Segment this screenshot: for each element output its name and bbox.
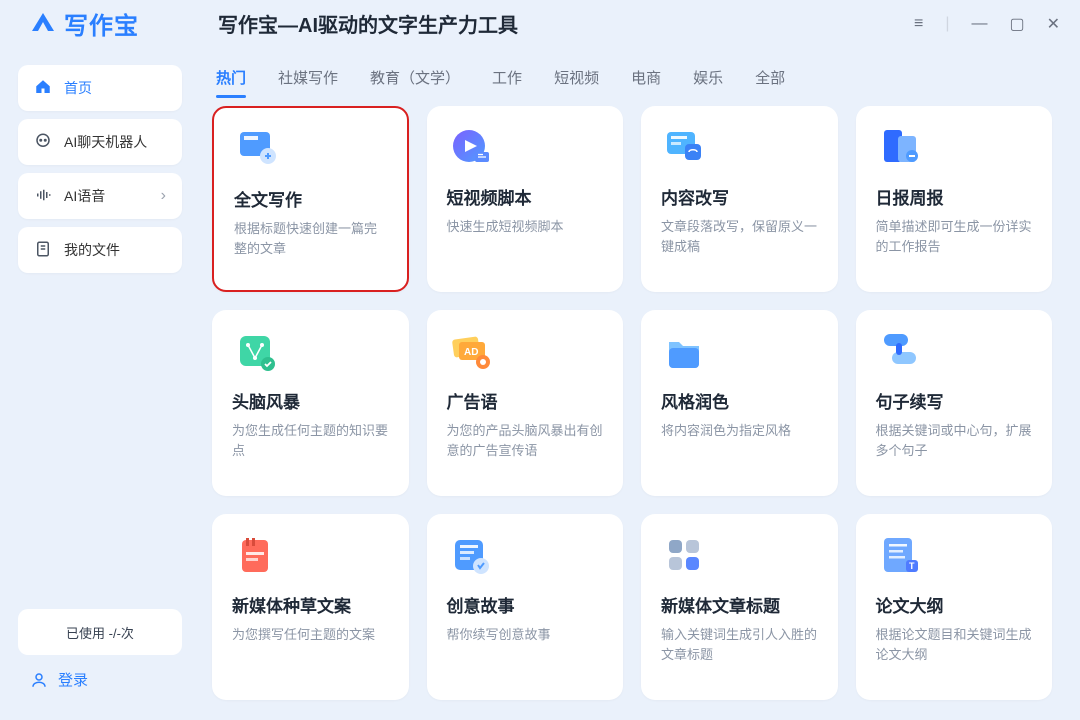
card-title: 风格润色 xyxy=(661,388,820,413)
outline-blue-icon: T xyxy=(876,532,1035,582)
template-card-5[interactable]: AD 广告语为您的产品头脑风暴出有创意的广告宣传语 xyxy=(427,310,624,496)
close-icon[interactable]: ✕ xyxy=(1047,14,1060,34)
card-title: 新媒体文章标题 xyxy=(661,592,820,617)
tab-2[interactable]: 教育（文学） xyxy=(370,67,460,88)
sidebar-item-label: 我的文件 xyxy=(64,240,120,260)
card-desc: 文章段落改写，保留原义一键成稿 xyxy=(661,217,820,257)
template-card-4[interactable]: 头脑风暴为您生成任何主题的知识要点 xyxy=(212,310,409,496)
sidebar-item-3[interactable]: 我的文件 xyxy=(18,227,182,273)
card-desc: 将内容润色为指定风格 xyxy=(661,421,820,441)
card-desc: 为您生成任何主题的知识要点 xyxy=(232,421,391,461)
svg-text:T: T xyxy=(909,561,915,571)
tab-5[interactable]: 电商 xyxy=(631,67,661,88)
sidebar-item-1[interactable]: AI聊天机器人 xyxy=(18,119,182,165)
card-desc: 快速生成短视频脚本 xyxy=(447,217,606,237)
template-card-7[interactable]: 句子续写根据关键词或中心句，扩展多个句子 xyxy=(856,310,1053,496)
report-blue-icon xyxy=(876,124,1035,174)
sidebar-item-label: AI语音 xyxy=(64,186,105,206)
rewrite-blue-icon xyxy=(661,124,820,174)
home-icon xyxy=(34,78,52,99)
maximize-icon[interactable]: ▢ xyxy=(1009,14,1024,34)
login-button[interactable]: 登录 xyxy=(18,669,182,690)
card-title: 短视频脚本 xyxy=(447,184,606,209)
window-controls: ≡ | ― ▢ ✕ xyxy=(914,14,1060,34)
card-title: 论文大纲 xyxy=(876,592,1035,617)
chat-icon xyxy=(34,132,52,153)
tab-1[interactable]: 社媒写作 xyxy=(278,67,338,88)
template-card-9[interactable]: 创意故事帮你续写创意故事 xyxy=(427,514,624,700)
sidebar: 首页 AI聊天机器人 AI语音 › 我的文件 已使用 -/-次 登录 xyxy=(0,47,200,720)
template-card-6[interactable]: 风格润色将内容润色为指定风格 xyxy=(641,310,838,496)
card-desc: 简单描述即可生成一份详实的工作报告 xyxy=(876,217,1035,257)
sidebar-item-2[interactable]: AI语音 › xyxy=(18,173,182,219)
sidebar-item-label: 首页 xyxy=(64,78,92,98)
template-card-0[interactable]: 全文写作根据标题快速创建一篇完整的文章 xyxy=(212,106,409,292)
tab-3[interactable]: 工作 xyxy=(492,67,522,88)
login-label: 登录 xyxy=(58,669,88,690)
template-card-8[interactable]: 新媒体种草文案为您撰写任何主题的文案 xyxy=(212,514,409,700)
main-content: 热门 社媒写作 教育（文学） 工作 短视频 电商 娱乐 全部 全文写作根据标题快速创建一篇完整… xyxy=(200,47,1080,720)
card-desc: 根据标题快速创建一篇完整的文章 xyxy=(234,219,389,259)
svg-text:AD: AD xyxy=(464,347,478,358)
tab-4[interactable]: 短视频 xyxy=(554,67,599,88)
card-title: 句子续写 xyxy=(876,388,1035,413)
menu-icon[interactable]: ≡ xyxy=(914,15,923,33)
folder-blue-icon xyxy=(661,328,820,378)
user-icon xyxy=(30,671,48,689)
card-desc: 根据关键词或中心句，扩展多个句子 xyxy=(876,421,1035,461)
tab-0[interactable]: 热门 xyxy=(216,67,246,88)
chain-blue-icon xyxy=(876,328,1035,378)
media-red-icon xyxy=(232,532,391,582)
app-title: 写作宝—AI驱动的文字生产力工具 xyxy=(218,9,518,38)
template-card-3[interactable]: 日报周报简单描述即可生成一份详实的工作报告 xyxy=(856,106,1053,292)
template-card-11[interactable]: T 论文大纲根据论文题目和关键词生成论文大纲 xyxy=(856,514,1053,700)
card-title: 全文写作 xyxy=(234,186,389,211)
card-title: 头脑风暴 xyxy=(232,388,391,413)
tab-6[interactable]: 娱乐 xyxy=(693,67,723,88)
title-grid-icon xyxy=(661,532,820,582)
card-title: 日报周报 xyxy=(876,184,1035,209)
card-desc: 根据论文题目和关键词生成论文大纲 xyxy=(876,625,1035,665)
tab-7[interactable]: 全部 xyxy=(755,67,785,88)
card-desc: 输入关键词生成引人入胜的文章标题 xyxy=(661,625,820,665)
ad-yellow-icon: AD xyxy=(447,328,606,378)
chevron-right-icon: › xyxy=(161,187,166,205)
doc-blue-icon xyxy=(234,126,389,176)
card-title: 广告语 xyxy=(447,388,606,413)
logo-text: 写作宝 xyxy=(64,6,139,41)
voice-icon xyxy=(34,186,52,207)
minimize-icon[interactable]: ― xyxy=(971,15,987,33)
card-title: 内容改写 xyxy=(661,184,820,209)
card-title: 新媒体种草文案 xyxy=(232,592,391,617)
category-tabs: 热门 社媒写作 教育（文学） 工作 短视频 电商 娱乐 全部 xyxy=(212,55,1052,106)
sidebar-item-label: AI聊天机器人 xyxy=(64,132,147,152)
template-card-10[interactable]: 新媒体文章标题输入关键词生成引人入胜的文章标题 xyxy=(641,514,838,700)
template-card-2[interactable]: 内容改写文章段落改写，保留原义一键成稿 xyxy=(641,106,838,292)
card-desc: 为您撰写任何主题的文案 xyxy=(232,625,391,645)
brain-green-icon xyxy=(232,328,391,378)
topbar: 写作宝 写作宝—AI驱动的文字生产力工具 ≡ | ― ▢ ✕ xyxy=(0,0,1080,47)
app-logo: 写作宝 xyxy=(28,6,198,41)
video-purple-icon xyxy=(447,124,606,174)
card-desc: 帮你续写创意故事 xyxy=(447,625,606,645)
file-icon xyxy=(34,240,52,261)
story-blue-icon xyxy=(447,532,606,582)
usage-badge: 已使用 -/-次 xyxy=(18,609,182,655)
card-title: 创意故事 xyxy=(447,592,606,617)
logo-icon xyxy=(28,9,58,39)
template-card-1[interactable]: 短视频脚本快速生成短视频脚本 xyxy=(427,106,624,292)
card-desc: 为您的产品头脑风暴出有创意的广告宣传语 xyxy=(447,421,606,461)
template-grid: 全文写作根据标题快速创建一篇完整的文章短视频脚本快速生成短视频脚本内容改写文章段… xyxy=(212,106,1052,700)
sidebar-item-0[interactable]: 首页 xyxy=(18,65,182,111)
